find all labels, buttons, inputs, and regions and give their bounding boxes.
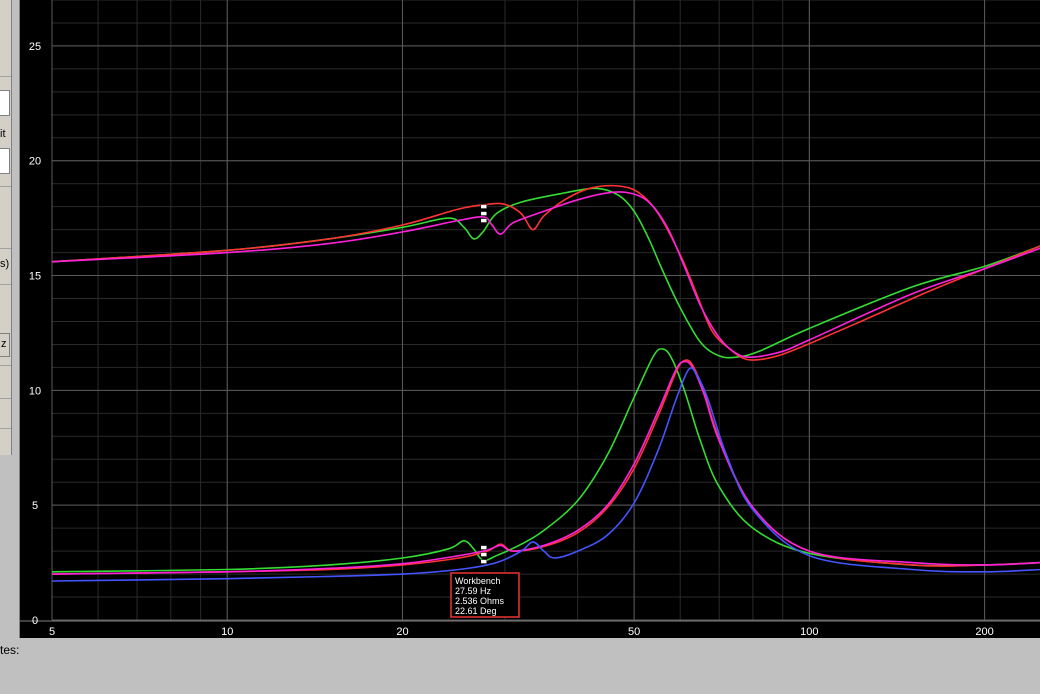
minor-grid	[51, 0, 1040, 620]
y-axis-tick-labels: 0 5 10 15 20 25	[29, 41, 41, 627]
cursor-marker[interactable]	[480, 204, 488, 564]
y-tick-label: 20	[29, 156, 41, 168]
y-tick-label: 25	[29, 41, 41, 53]
panel-input-field-2[interactable]	[0, 148, 10, 174]
panel-input-field[interactable]	[0, 90, 10, 116]
x-axis-tick-labels: 5 10 20 50 100 200	[49, 626, 994, 638]
panel-label-it: it	[0, 128, 6, 140]
left-control-panel: it s) z	[0, 0, 12, 455]
cursor-handle	[480, 545, 488, 550]
panel-separator	[0, 248, 11, 249]
y-tick-label: 5	[32, 500, 38, 512]
panel-separator	[0, 76, 11, 77]
panel-separator	[0, 398, 11, 399]
cursor-handle	[480, 218, 488, 223]
x-tick-label: 20	[396, 626, 408, 638]
panel-label-z: z	[1, 338, 7, 350]
x-tick-label: 200	[975, 626, 993, 638]
panel-dropdown-button[interactable]: z	[0, 333, 10, 357]
notes-label: tes:	[0, 643, 20, 657]
cursor-handle	[480, 204, 488, 209]
impedance-plot[interactable]: 0 5 10 15 20 25 5 10 20 50 100 200 Workbench 27.59…	[19, 0, 1040, 638]
cursor-readout: Workbench 27.59 Hz 2.536 Ohms 22.61 Deg	[450, 572, 520, 618]
y-tick-label: 15	[29, 271, 41, 283]
panel-separator	[0, 365, 11, 366]
y-tick-label: 10	[29, 385, 41, 397]
panel-separator	[0, 428, 11, 429]
x-tick-label: 10	[221, 626, 233, 638]
x-tick-label: 100	[800, 626, 818, 638]
panel-separator	[0, 186, 11, 187]
readout-impedance: 2.536 Ohms	[455, 596, 505, 606]
readout-title: Workbench	[455, 576, 500, 586]
x-tick-label: 5	[49, 626, 55, 638]
panel-separator	[0, 284, 11, 285]
cursor-handle	[480, 559, 488, 564]
cursor-handle	[480, 552, 488, 557]
readout-frequency: 27.59 Hz	[455, 586, 492, 596]
x-tick-label: 50	[628, 626, 640, 638]
cursor-handle	[480, 211, 488, 216]
readout-phase: 22.61 Deg	[455, 606, 497, 616]
y-tick-label: 0	[32, 615, 38, 627]
panel-label-s: s)	[0, 258, 10, 270]
chart-svg: 0510152025 5 10 20 50 100 200 Workbench 27.59…	[20, 0, 1040, 638]
